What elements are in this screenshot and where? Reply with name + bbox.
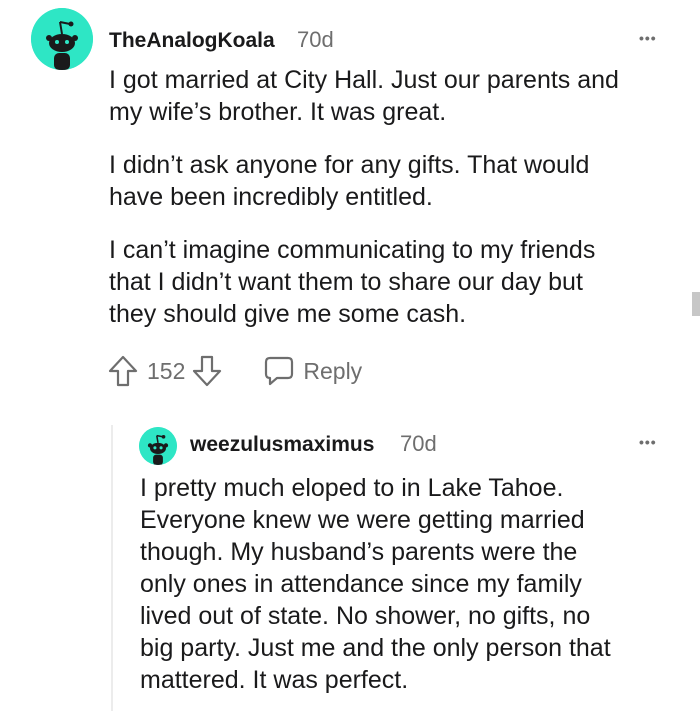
comment-text-line: I didn’t ask anyone for any gifts. That … — [109, 151, 590, 179]
comment-username[interactable]: weezulusmaximus — [190, 433, 374, 457]
comment-paragraph: I pretty much eloped to in Lake Tahoe. E… — [140, 472, 688, 696]
more-options-icon[interactable]: ••• — [639, 434, 657, 450]
comment-reply: weezulusmaximus 70d ••• I pretty much el… — [0, 400, 700, 711]
more-options-icon[interactable]: ••• — [639, 30, 657, 46]
comment-paragraph: I got married at City Hall. Just our par… — [109, 64, 689, 128]
comment-paragraph: I can’t imagine communicating to my frie… — [109, 234, 689, 330]
snoo-avatar-icon — [31, 8, 93, 70]
snoo-avatar-icon — [139, 427, 177, 465]
comment-age: 70d — [297, 27, 334, 52]
comment-text-line: Everyone knew we were getting married — [140, 506, 585, 534]
avatar[interactable] — [31, 8, 93, 70]
comment-text-line: only ones in attendance since my family — [140, 570, 582, 598]
comment-text-line: I pretty much eloped to in Lake Tahoe. — [140, 474, 564, 502]
comment-text-line: though. My husband’s parents were the — [140, 538, 578, 566]
comment-text-line: big party. Just me and the only person t… — [140, 634, 611, 662]
reply-bubble-icon — [263, 355, 295, 387]
comment-text-line: my wife’s brother. It was great. — [109, 98, 447, 126]
comment-text-line: I can’t imagine communicating to my frie… — [109, 236, 596, 264]
avatar[interactable] — [139, 427, 177, 465]
comment-paragraph: I didn’t ask anyone for any gifts. That … — [109, 149, 689, 213]
reply-label: Reply — [303, 357, 363, 384]
comment-text-line: lived out of state. No shower, no gifts,… — [140, 602, 591, 630]
comment-text-line: I got married at City Hall. Just our par… — [109, 66, 619, 94]
downvote-arrow-icon[interactable] — [191, 354, 223, 388]
scrollbar-thumb[interactable] — [692, 292, 700, 316]
reply-button[interactable]: Reply — [263, 355, 362, 387]
comment-actions: 152 Reply — [107, 353, 362, 389]
vote-count: 152 — [147, 357, 186, 384]
comment-text-line: that I didn’t want them to share our day… — [109, 268, 583, 296]
comment-age: 70d — [400, 431, 437, 456]
comment-text-line: have been incredibly entitled. — [109, 183, 433, 211]
comment-username[interactable]: TheAnalogKoala — [109, 29, 275, 53]
comment-body: I got married at City Hall. Just our par… — [109, 64, 689, 330]
comment-top: TheAnalogKoala 70d ••• I got married at … — [0, 0, 700, 400]
upvote-arrow-icon[interactable] — [107, 354, 139, 388]
comment-text-line: mattered. It was perfect. — [140, 666, 409, 694]
comment-text-line: they should give me some cash. — [109, 300, 467, 328]
comment-body: I pretty much eloped to in Lake Tahoe. E… — [140, 472, 688, 696]
